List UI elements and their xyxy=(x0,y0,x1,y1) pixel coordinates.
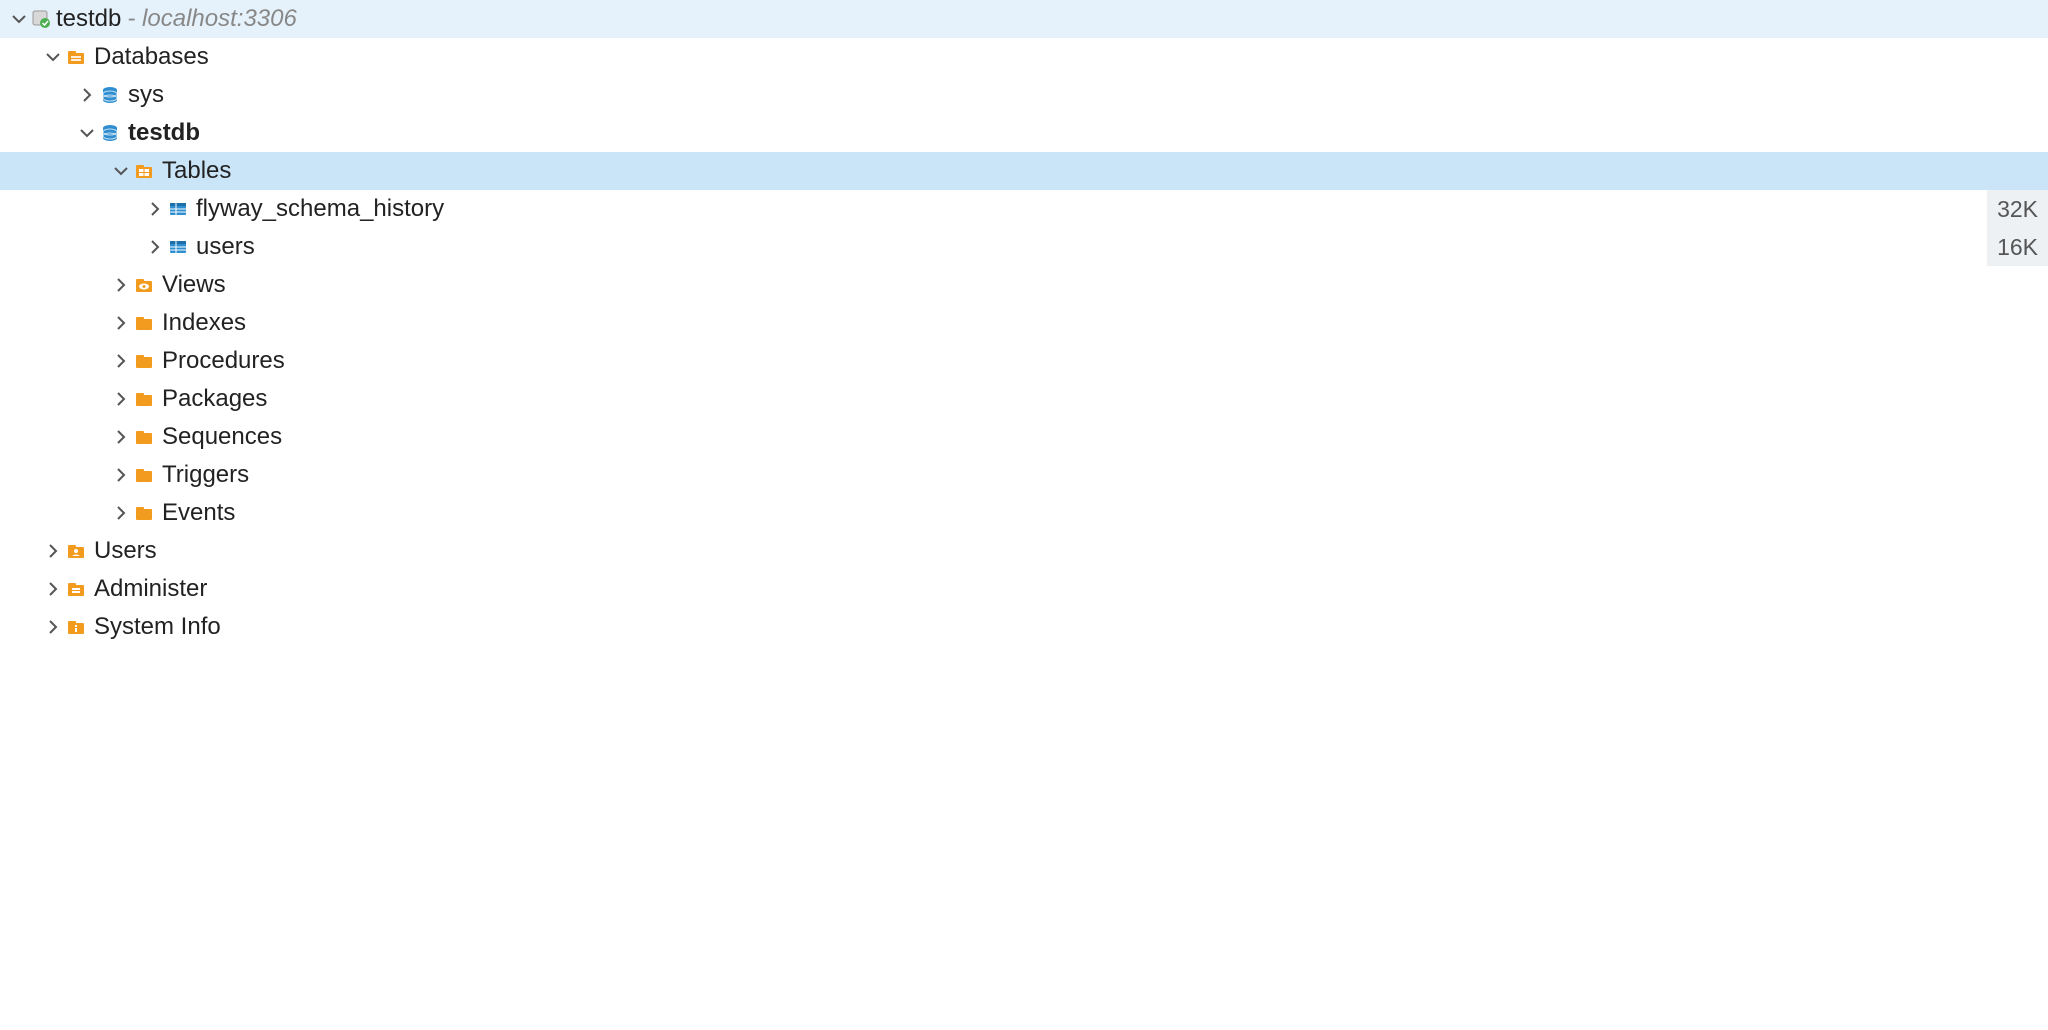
chevron-right-icon[interactable] xyxy=(110,350,132,372)
connection-icon xyxy=(30,8,52,30)
tree-row-tables[interactable]: Tables xyxy=(0,152,2048,190)
tree-row-databases[interactable]: Databases xyxy=(0,38,2048,76)
table-name: flyway_schema_history xyxy=(196,195,444,223)
table-size: 16K xyxy=(1987,228,2048,266)
indexes-label: Indexes xyxy=(162,309,246,337)
tree-row-table[interactable]: flyway_schema_history 32K xyxy=(0,190,2048,228)
chevron-right-icon[interactable] xyxy=(76,84,98,106)
chevron-right-icon[interactable] xyxy=(110,312,132,334)
tree-row-system-info[interactable]: System Info xyxy=(0,608,2048,646)
chevron-right-icon[interactable] xyxy=(144,236,166,258)
triggers-label: Triggers xyxy=(162,461,249,489)
table-name: users xyxy=(196,233,255,261)
sequences-folder-icon xyxy=(132,425,156,449)
database-icon xyxy=(98,83,122,107)
events-folder-icon xyxy=(132,501,156,525)
databases-folder-icon xyxy=(64,45,88,69)
tree-row-sequences[interactable]: Sequences xyxy=(0,418,2048,456)
database-icon xyxy=(98,121,122,145)
system-info-label: System Info xyxy=(94,613,221,641)
chevron-down-icon[interactable] xyxy=(110,160,132,182)
tree-row-users[interactable]: Users xyxy=(0,532,2048,570)
tables-label: Tables xyxy=(162,157,231,185)
procedures-folder-icon xyxy=(132,349,156,373)
chevron-right-icon[interactable] xyxy=(42,616,64,638)
tree-row-db-testdb[interactable]: testdb xyxy=(0,114,2048,152)
packages-label: Packages xyxy=(162,385,267,413)
chevron-right-icon[interactable] xyxy=(110,388,132,410)
procedures-label: Procedures xyxy=(162,347,285,375)
tree-row-views[interactable]: Views xyxy=(0,266,2048,304)
table-icon xyxy=(166,197,190,221)
tree-row-packages[interactable]: Packages xyxy=(0,380,2048,418)
tree-row-events[interactable]: Events xyxy=(0,494,2048,532)
chevron-right-icon[interactable] xyxy=(110,426,132,448)
connection-name: testdb xyxy=(56,5,121,33)
db-sys-label: sys xyxy=(128,81,164,109)
chevron-down-icon[interactable] xyxy=(76,122,98,144)
chevron-right-icon[interactable] xyxy=(144,198,166,220)
tree-row-table[interactable]: users 16K xyxy=(0,228,2048,266)
system-info-folder-icon xyxy=(64,615,88,639)
users-folder-icon xyxy=(64,539,88,563)
databases-label: Databases xyxy=(94,43,209,71)
users-label: Users xyxy=(94,537,157,565)
table-size: 32K xyxy=(1987,190,2048,228)
tables-folder-icon xyxy=(132,159,156,183)
views-label: Views xyxy=(162,271,226,299)
administer-label: Administer xyxy=(94,575,207,603)
tree-row-db-sys[interactable]: sys xyxy=(0,76,2048,114)
sequences-label: Sequences xyxy=(162,423,282,451)
connection-host: - localhost:3306 xyxy=(127,5,296,33)
tree-row-connection[interactable]: testdb - localhost:3306 xyxy=(0,0,2048,38)
tree-row-triggers[interactable]: Triggers xyxy=(0,456,2048,494)
views-folder-icon xyxy=(132,273,156,297)
chevron-right-icon[interactable] xyxy=(42,540,64,562)
table-icon xyxy=(166,235,190,259)
tree-row-indexes[interactable]: Indexes xyxy=(0,304,2048,342)
chevron-right-icon[interactable] xyxy=(110,502,132,524)
tree-row-procedures[interactable]: Procedures xyxy=(0,342,2048,380)
indexes-folder-icon xyxy=(132,311,156,335)
tree-row-administer[interactable]: Administer xyxy=(0,570,2048,608)
chevron-down-icon[interactable] xyxy=(42,46,64,68)
chevron-down-icon[interactable] xyxy=(8,8,30,30)
chevron-right-icon[interactable] xyxy=(110,274,132,296)
db-testdb-label: testdb xyxy=(128,119,200,147)
events-label: Events xyxy=(162,499,235,527)
chevron-right-icon[interactable] xyxy=(110,464,132,486)
packages-folder-icon xyxy=(132,387,156,411)
chevron-right-icon[interactable] xyxy=(42,578,64,600)
administer-folder-icon xyxy=(64,577,88,601)
triggers-folder-icon xyxy=(132,463,156,487)
